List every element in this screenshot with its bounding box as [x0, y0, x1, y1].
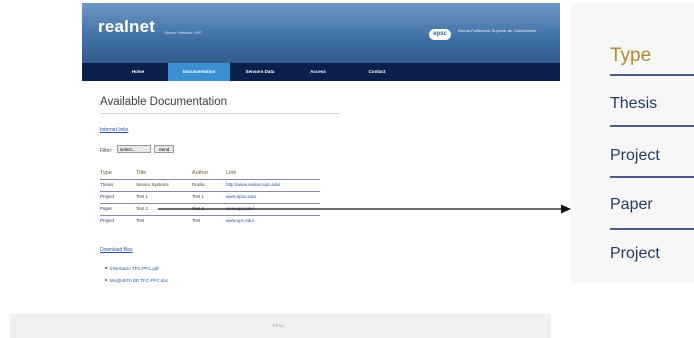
zoomed-type-column: Type Thesis Project Paper Project: [571, 3, 694, 283]
table-row: Paper Test 2 Test 2 www.upc.edu/: [100, 204, 320, 215]
main-nav: Home Documentation Sensors Data Access C…: [82, 63, 560, 81]
cell-type: Paper: [100, 206, 113, 211]
download-files-link[interactable]: Download files: [100, 247, 133, 253]
filter-select[interactable]: select...: [117, 145, 151, 153]
bullet-icon: [105, 267, 107, 269]
site-logo-subtitle: Sensor Network UPC: [164, 30, 203, 35]
zoom-type-cell: Thesis: [610, 95, 658, 112]
cell-title: Test 2: [136, 206, 149, 211]
nav-documentation[interactable]: Documentation: [168, 63, 230, 81]
col-author-header: Author: [192, 170, 209, 176]
table-row: Project Test Test www.upc.edu/: [100, 216, 320, 227]
cell-link[interactable]: www.upc.edu/: [226, 218, 254, 223]
cell-type: Thesis: [100, 182, 114, 187]
table-row: Project Test 1 Test 1 www.epsc.edu/: [100, 192, 320, 203]
cell-link[interactable]: www.epsc.edu/: [226, 194, 256, 199]
table-header: Type Title Author Link: [100, 168, 320, 179]
site-footer: EPSC: [10, 314, 551, 338]
cell-link[interactable]: www.upc.edu/: [226, 206, 254, 211]
zoom-type-cell: Paper: [610, 196, 653, 213]
nav-access[interactable]: Access: [290, 63, 346, 81]
website-screenshot: realnet Sensor Network UPC epsc Escola P…: [10, 0, 560, 338]
epsc-logo-icon[interactable]: epsc: [429, 29, 451, 40]
school-name: Escola Politècnica Superior de Castellde…: [458, 28, 537, 33]
zoom-divider: [610, 125, 694, 127]
page-title: Available Documentation: [100, 96, 228, 108]
cell-author: Test: [192, 218, 201, 223]
file-link-label: MAQUETA DE TFC-PFC.doc: [110, 278, 169, 283]
bullet-icon: [105, 279, 107, 281]
file-link[interactable]: MAQUETA DE TFC-PFC.doc: [105, 278, 169, 283]
cell-type: Project: [100, 218, 115, 223]
send-button[interactable]: Send: [154, 145, 174, 153]
table-row: Thesis Sensor Systems Ruslia http://www.…: [100, 180, 320, 191]
zoom-type-cell: Project: [610, 147, 660, 164]
nav-sensors-data[interactable]: Sensors Data: [232, 63, 288, 81]
title-divider: [100, 113, 340, 114]
site-logo[interactable]: realnet: [98, 17, 155, 37]
nav-home[interactable]: Home: [112, 63, 164, 81]
col-link-header: Link: [226, 170, 237, 176]
col-type-header: Type: [100, 170, 112, 176]
filter-label: Filter:: [100, 148, 113, 154]
cell-link[interactable]: http://www.realnet.upc.edu/: [226, 182, 280, 187]
file-link-label: informacio TFC-PFC.pdf: [110, 266, 159, 271]
zoom-type-cell: Project: [610, 245, 660, 262]
zoom-divider: [610, 176, 694, 178]
zoom-divider: [610, 228, 694, 230]
zoom-divider: [610, 74, 694, 76]
cell-author: Ruslia: [192, 182, 205, 187]
cell-title: Test: [136, 218, 145, 223]
nav-contact[interactable]: Contact: [348, 63, 406, 81]
cell-author: Test 1: [192, 194, 205, 199]
cell-author: Test 2: [192, 206, 205, 211]
footer-text: EPSC: [273, 323, 284, 328]
col-title-header: Title: [136, 170, 147, 176]
cell-type: Project: [100, 194, 115, 199]
site-header: realnet Sensor Network UPC epsc Escola P…: [82, 3, 560, 63]
cell-title: Sensor Systems: [136, 182, 169, 187]
file-link[interactable]: informacio TFC-PFC.pdf: [105, 266, 159, 271]
internet-links-link[interactable]: Internet links: [100, 127, 128, 133]
zoom-type-header: Type: [610, 45, 652, 66]
cell-title: Test 1: [136, 194, 149, 199]
